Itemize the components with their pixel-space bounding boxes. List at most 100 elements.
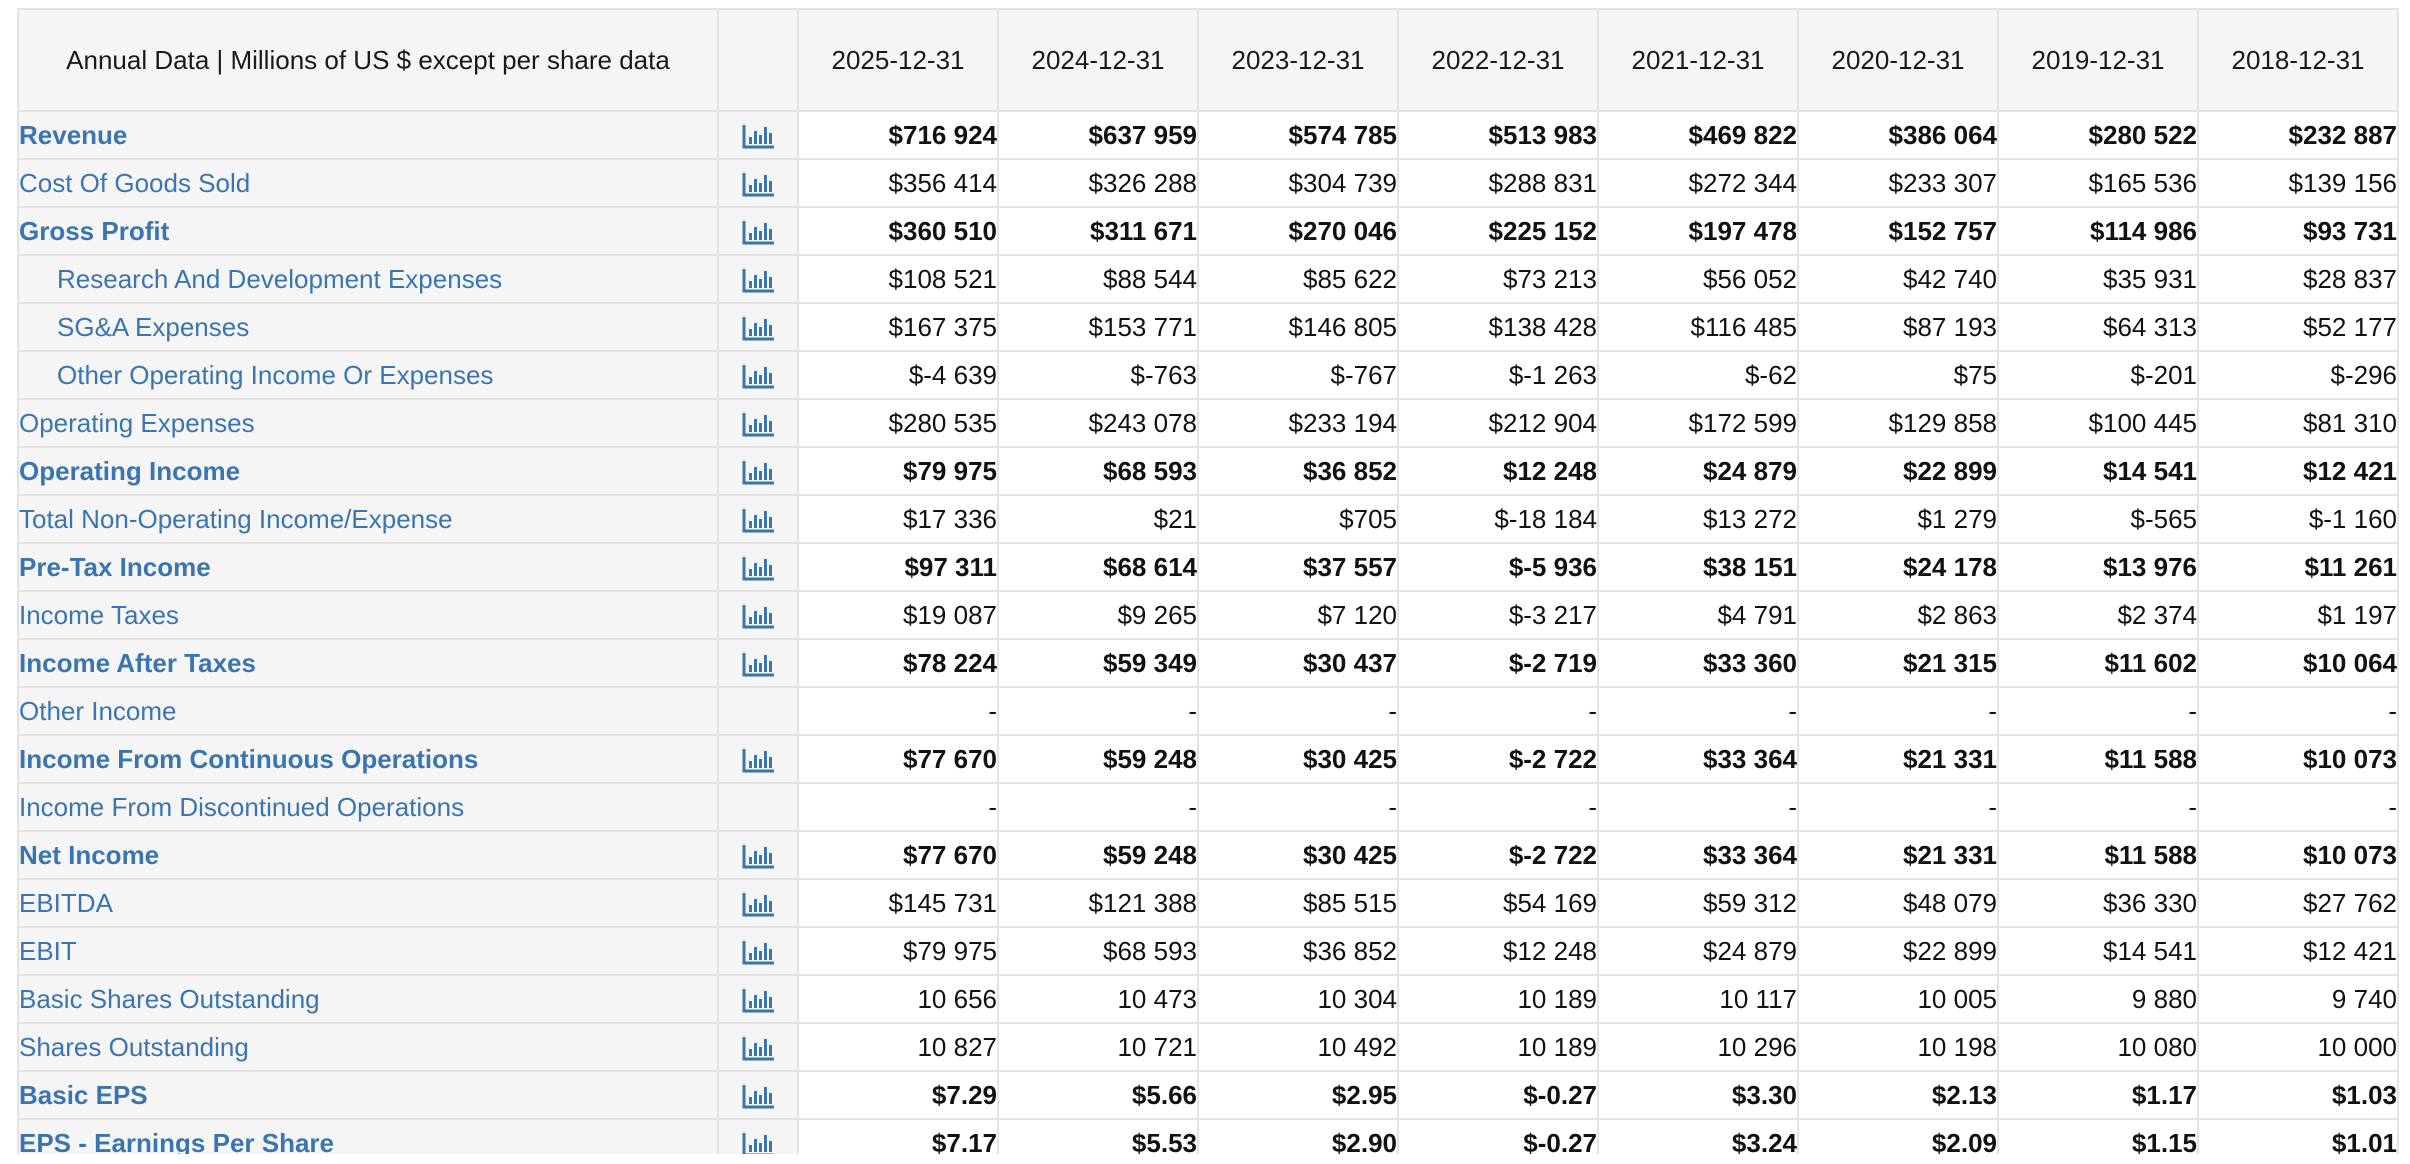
bar-chart-icon[interactable]	[741, 171, 775, 199]
table-cell-value: $469 822	[1597, 110, 1799, 160]
row-chart-cell[interactable]	[717, 878, 799, 928]
row-chart-cell[interactable]	[717, 158, 799, 208]
row-chart-cell[interactable]	[717, 830, 799, 880]
row-chart-cell[interactable]	[717, 494, 799, 544]
column-header-date[interactable]: 2019-12-31	[1997, 8, 2199, 112]
table-cell-value: $-767	[1197, 350, 1399, 400]
row-chart-cell[interactable]	[717, 1118, 799, 1154]
row-label-link[interactable]: EPS - Earnings Per Share	[17, 1118, 719, 1154]
table-cell-value: $75	[1797, 350, 1999, 400]
table-cell-value: $10 073	[2197, 734, 2399, 784]
row-label-link[interactable]: Shares Outstanding	[17, 1022, 719, 1072]
row-chart-cell[interactable]	[717, 638, 799, 688]
table-cell-value: $21 315	[1797, 638, 1999, 688]
bar-chart-icon[interactable]	[741, 1131, 775, 1154]
bar-chart-icon[interactable]	[741, 1083, 775, 1111]
table-cell-value: $5.53	[997, 1118, 1199, 1154]
bar-chart-icon[interactable]	[741, 123, 775, 151]
row-chart-cell[interactable]	[717, 398, 799, 448]
table-cell-value: $1.15	[1997, 1118, 2199, 1154]
bar-chart-icon[interactable]	[741, 219, 775, 247]
column-header-date[interactable]: 2021-12-31	[1597, 8, 1799, 112]
row-chart-cell[interactable]	[717, 254, 799, 304]
bar-chart-icon[interactable]	[741, 651, 775, 679]
row-label-link[interactable]: Basic EPS	[17, 1070, 719, 1120]
row-label-link[interactable]: Income Taxes	[17, 590, 719, 640]
row-chart-cell[interactable]	[717, 734, 799, 784]
row-label-link[interactable]: Operating Income	[17, 446, 719, 496]
row-label-link[interactable]: Operating Expenses	[17, 398, 719, 448]
table-cell-value: $21 331	[1797, 830, 1999, 880]
table-cell-value: $56 052	[1597, 254, 1799, 304]
column-header-date[interactable]: 2024-12-31	[997, 8, 1199, 112]
row-chart-cell[interactable]	[717, 302, 799, 352]
bar-chart-icon[interactable]	[741, 891, 775, 919]
table-cell-value: -	[1997, 686, 2199, 736]
row-chart-cell[interactable]	[717, 542, 799, 592]
row-chart-cell[interactable]	[717, 206, 799, 256]
row-chart-cell[interactable]	[717, 446, 799, 496]
row-chart-cell[interactable]	[717, 1070, 799, 1120]
row-chart-cell[interactable]	[717, 974, 799, 1024]
table-cell-value: $2.95	[1197, 1070, 1399, 1120]
column-header-date[interactable]: 2023-12-31	[1197, 8, 1399, 112]
table-cell-value: $12 248	[1397, 926, 1599, 976]
row-label-link[interactable]: Net Income	[17, 830, 719, 880]
row-label-link[interactable]: Total Non-Operating Income/Expense	[17, 494, 719, 544]
table-cell-value: $42 740	[1797, 254, 1999, 304]
table-cell-value: $13 976	[1997, 542, 2199, 592]
row-chart-cell[interactable]	[717, 590, 799, 640]
row-chart-cell[interactable]	[717, 350, 799, 400]
table-cell-value: $52 177	[2197, 302, 2399, 352]
column-header-date[interactable]: 2018-12-31	[2197, 8, 2399, 112]
table-cell-value: $172 599	[1597, 398, 1799, 448]
bar-chart-icon[interactable]	[741, 939, 775, 967]
bar-chart-icon[interactable]	[741, 843, 775, 871]
bar-chart-icon[interactable]	[741, 459, 775, 487]
bar-chart-icon[interactable]	[741, 555, 775, 583]
table-cell-value: $360 510	[797, 206, 999, 256]
row-label-link[interactable]: SG&A Expenses	[17, 302, 719, 352]
bar-chart-icon[interactable]	[741, 1035, 775, 1063]
row-chart-cell[interactable]	[717, 1022, 799, 1072]
bar-chart-icon[interactable]	[741, 747, 775, 775]
row-label-link[interactable]: Basic Shares Outstanding	[17, 974, 719, 1024]
bar-chart-icon[interactable]	[741, 363, 775, 391]
row-label-link[interactable]: Other Operating Income Or Expenses	[17, 350, 719, 400]
row-label-link[interactable]: Other Income	[17, 686, 719, 736]
row-label-link[interactable]: Income After Taxes	[17, 638, 719, 688]
table-row: Research And Development Expenses $108 52…	[17, 254, 2399, 304]
table-cell-value: 10 656	[797, 974, 999, 1024]
table-cell-value: $13 272	[1597, 494, 1799, 544]
table-cell-value: -	[797, 782, 999, 832]
table-cell-value: $14 541	[1997, 926, 2199, 976]
table-cell-value: -	[1797, 782, 1999, 832]
table-row: SG&A Expenses $167 375 $153 771 $146 805 $13…	[17, 302, 2399, 352]
bar-chart-icon[interactable]	[741, 315, 775, 343]
bar-chart-icon[interactable]	[741, 603, 775, 631]
bar-chart-icon[interactable]	[741, 987, 775, 1015]
row-label-link[interactable]: Research And Development Expenses	[17, 254, 719, 304]
row-label-link[interactable]: EBITDA	[17, 878, 719, 928]
bar-chart-icon[interactable]	[741, 411, 775, 439]
row-label-link[interactable]: EBIT	[17, 926, 719, 976]
column-header-date[interactable]: 2022-12-31	[1397, 8, 1599, 112]
row-label-link[interactable]: Income From Continuous Operations	[17, 734, 719, 784]
table-cell-value: $-2 719	[1397, 638, 1599, 688]
bar-chart-icon[interactable]	[741, 507, 775, 535]
table-cell-value: $-763	[997, 350, 1199, 400]
row-chart-cell[interactable]	[717, 110, 799, 160]
bar-chart-icon[interactable]	[741, 267, 775, 295]
column-header-date[interactable]: 2020-12-31	[1797, 8, 1999, 112]
table-cell-value: $705	[1197, 494, 1399, 544]
table-row: EBITDA $145 731 $121 388 $85 515 $54 169 $59 …	[17, 878, 2399, 928]
table-cell-value: 10 304	[1197, 974, 1399, 1024]
row-label-link[interactable]: Cost Of Goods Sold	[17, 158, 719, 208]
row-chart-cell[interactable]	[717, 926, 799, 976]
row-label-link[interactable]: Pre-Tax Income	[17, 542, 719, 592]
column-header-date[interactable]: 2025-12-31	[797, 8, 999, 112]
row-label-link[interactable]: Gross Profit	[17, 206, 719, 256]
row-label-link[interactable]: Income From Discontinued Operations	[17, 782, 719, 832]
row-label-link[interactable]: Revenue	[17, 110, 719, 160]
table-cell-value: $716 924	[797, 110, 999, 160]
